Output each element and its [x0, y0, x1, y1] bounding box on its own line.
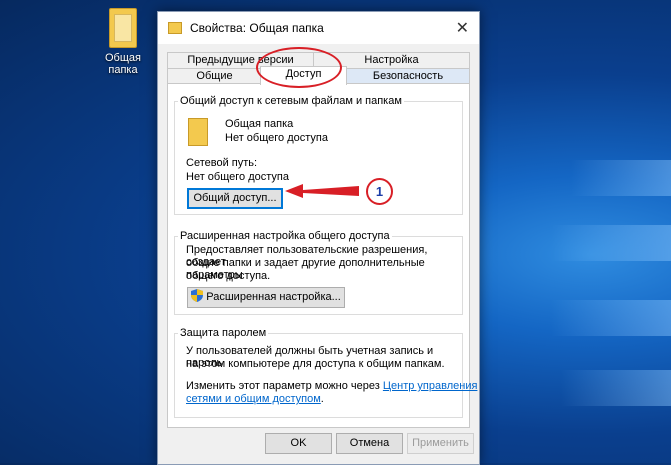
network-path-value: Нет общего доступа: [186, 171, 289, 183]
network-center-link-2[interactable]: сетями и общим доступом: [186, 393, 321, 405]
network-path-label: Сетевой путь:: [186, 157, 258, 169]
folder-icon: [109, 8, 137, 48]
advanced-sharing-desc-3: общего доступа.: [186, 270, 271, 282]
advanced-sharing-button[interactable]: Расширенная настройка...: [187, 287, 345, 308]
share-button[interactable]: Общий доступ...: [187, 188, 283, 209]
folder-icon: [168, 22, 182, 34]
window-title: Свойства: Общая папка: [190, 21, 324, 35]
link-suffix: .: [320, 393, 324, 405]
folder-name: Общая папка: [225, 118, 294, 130]
sharing-panel: Общий доступ к сетевым файлам и папкам О…: [167, 83, 477, 428]
close-icon[interactable]: ✕: [456, 18, 469, 38]
desktop-folder-label-2: папка: [108, 64, 138, 76]
network-sharing-title: Общий доступ к сетевым файлам и папкам: [178, 95, 404, 107]
light-beam: [561, 370, 671, 406]
tab-general[interactable]: Общие: [167, 68, 262, 84]
light-beam: [571, 160, 671, 196]
light-beam: [551, 225, 671, 261]
advanced-sharing-button-label: Расширенная настройка...: [206, 291, 341, 303]
password-change-prefix: Изменить этот параметр можно через: [186, 380, 380, 392]
advanced-sharing-title: Расширенная настройка общего доступа: [178, 230, 392, 242]
title-bar[interactable]: Свойства: Общая папка ✕: [158, 12, 479, 44]
desktop-folder-icon[interactable]: Общая папка: [98, 8, 148, 76]
shared-folder-icon: [188, 118, 208, 146]
annotation-arrow-icon: [285, 184, 359, 198]
tab-security[interactable]: Безопасность: [346, 68, 470, 84]
password-change-text-2: сетями и общим доступом.: [186, 393, 324, 405]
step-number-badge: 1: [366, 178, 393, 205]
ok-button[interactable]: OK: [265, 433, 332, 454]
folder-sharing-status: Нет общего доступа: [225, 132, 328, 144]
uac-shield-icon: [191, 289, 204, 302]
highlight-circle: [256, 47, 342, 88]
light-beam: [551, 300, 671, 336]
network-center-link-1[interactable]: Центр управления: [383, 380, 478, 392]
password-protection-title: Защита паролем: [178, 327, 269, 339]
password-desc-2: на этом компьютере для доступа к общим п…: [186, 358, 445, 370]
password-change-text: Изменить этот параметр можно через Центр…: [186, 380, 477, 392]
apply-button[interactable]: Применить: [407, 433, 474, 454]
desktop-folder-label-1: Общая: [105, 52, 141, 64]
cancel-button[interactable]: Отмена: [336, 433, 403, 454]
